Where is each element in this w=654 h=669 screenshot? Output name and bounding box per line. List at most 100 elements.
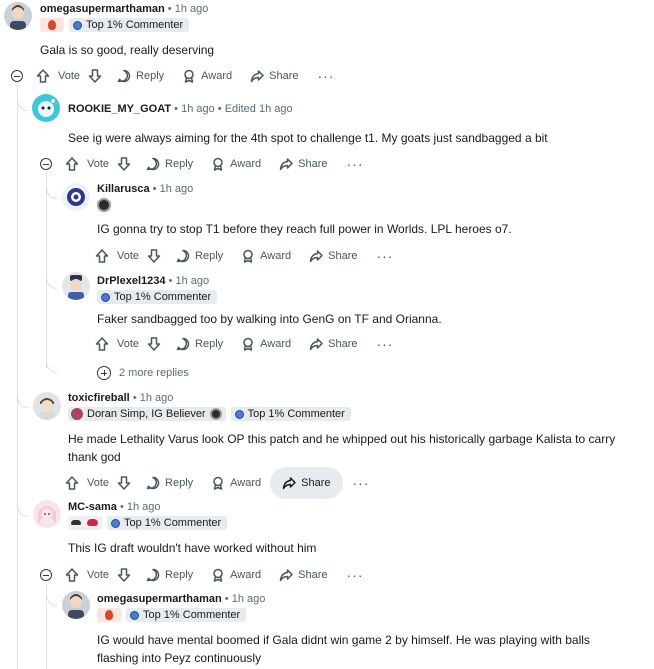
comment-body-line: flashing into Peyz continuously [97,651,262,665]
more-replies-button[interactable]: 2 more replies [97,366,189,380]
more-options-button[interactable]: ··· [343,467,380,499]
username[interactable]: Killarusca [97,183,150,195]
avatar[interactable] [62,272,90,300]
user-flair-icon [97,608,121,622]
reply-label: Reply [136,70,165,82]
share-button[interactable]: Share [241,60,307,92]
username[interactable]: omegasupermarthaman [40,3,165,15]
award-button[interactable]: Award [232,328,300,360]
thread-line[interactable] [17,85,18,669]
share-button[interactable]: Share [270,148,336,180]
avatar[interactable] [62,183,90,211]
award-button[interactable]: Award [232,240,300,272]
share-label: Share [298,158,328,170]
downvote-icon[interactable] [117,476,131,490]
comment-meta: DrPlexel1234 • 1h ago [97,274,209,288]
avatar[interactable] [32,94,60,122]
more-options-button[interactable]: ··· [337,559,374,591]
share-button[interactable]: Share [270,559,336,591]
timestamp[interactable]: 1h ago [232,593,266,605]
vote-control[interactable]: Vote [59,559,137,591]
timestamp[interactable]: 1h ago [181,103,215,115]
reply-button[interactable]: Reply [137,467,202,499]
upvote-icon[interactable] [65,476,79,490]
comment-actions: Vote Reply Award Share ··· [89,240,404,272]
downvote-icon[interactable] [88,69,102,83]
flair-row: Top 1% Commenter [68,516,228,530]
reply-icon [146,157,160,171]
username[interactable]: toxicfireball [68,392,130,404]
top-commenter-badge[interactable]: Top 1% Commenter [230,407,351,421]
thread-line[interactable] [46,172,47,368]
downvote-icon[interactable] [147,337,161,351]
avatar[interactable] [33,392,61,420]
top-commenter-badge[interactable]: Top 1% Commenter [107,516,228,530]
badge-icon [130,610,139,620]
thread-branch [46,186,57,199]
award-button[interactable]: Award [202,148,270,180]
reply-button[interactable]: Reply [137,148,202,180]
top-commenter-badge[interactable]: Top 1% Commenter [69,18,190,32]
comment-meta: toxicfireball • 1h ago [68,391,173,405]
reply-label: Reply [165,569,194,581]
more-options-button[interactable]: ··· [337,148,374,180]
top-commenter-badge[interactable]: Top 1% Commenter [126,608,247,622]
comment-body-line: He made Lethality Varus look OP this pat… [68,432,616,446]
upvote-icon[interactable] [65,568,79,582]
downvote-icon[interactable] [117,157,131,171]
timestamp[interactable]: 1h ago [140,392,174,404]
flair-row [97,198,111,212]
username[interactable]: omegasupermarthaman [97,593,222,605]
share-label: Share [269,70,299,82]
vote-label: Vote [117,250,140,262]
badge-icon [234,409,244,419]
avatar[interactable] [4,2,32,30]
downvote-icon[interactable] [147,249,161,263]
vote-control[interactable]: Vote [89,240,167,272]
timestamp[interactable]: 1h ago [175,3,209,15]
collapse-button[interactable] [11,70,23,82]
username[interactable]: ROOKIE_MY_GOAT [68,103,171,115]
username[interactable]: MC-sama [68,501,117,513]
award-button[interactable]: Award [202,559,270,591]
timestamp[interactable]: 1h ago [175,275,209,287]
award-label: Award [260,250,292,262]
vote-control[interactable]: Vote [59,148,137,180]
timestamp[interactable]: 1h ago [160,183,194,195]
share-button[interactable]: Share [300,328,366,360]
vote-control[interactable]: Vote [30,60,108,92]
award-button[interactable]: Award [173,60,241,92]
award-button[interactable]: Award [202,467,270,499]
more-options-button[interactable]: ··· [308,60,345,92]
vote-control[interactable]: Vote [89,328,167,360]
reply-button[interactable]: Reply [167,328,232,360]
badge-icon [101,292,110,302]
collapse-button[interactable] [40,569,52,581]
avatar[interactable] [33,500,61,528]
upvote-icon[interactable] [36,69,50,83]
share-icon [250,70,264,83]
avatar[interactable] [62,591,90,619]
reply-button[interactable]: Reply [137,559,202,591]
timestamp[interactable]: 1h ago [127,501,161,513]
reply-button[interactable]: Reply [167,240,232,272]
share-button[interactable]: Share [300,240,366,272]
upvote-icon[interactable] [95,337,109,351]
upvote-icon[interactable] [65,157,79,171]
share-button[interactable]: Share [270,467,343,499]
downvote-icon[interactable] [117,568,131,582]
user-flair-icon [71,408,83,420]
comment-body: Gala is so good, really deserving [40,43,215,57]
upvote-icon[interactable] [95,249,109,263]
top-commenter-badge[interactable]: Top 1% Commenter [97,290,218,304]
user-flair[interactable]: Doran Simp, IG Believer [68,407,226,421]
more-options-button[interactable]: ··· [367,240,404,272]
reply-button[interactable]: Reply [108,60,173,92]
vote-control[interactable]: Vote [59,467,137,499]
username[interactable]: DrPlexel1234 [97,275,166,287]
more-options-button[interactable]: ··· [367,328,404,360]
collapse-button[interactable] [40,158,52,170]
flair-row: Top 1% Commenter [97,608,247,622]
reply-label: Reply [165,477,194,489]
comment-body: Faker sandbagged too by walking into Gen… [97,312,442,326]
